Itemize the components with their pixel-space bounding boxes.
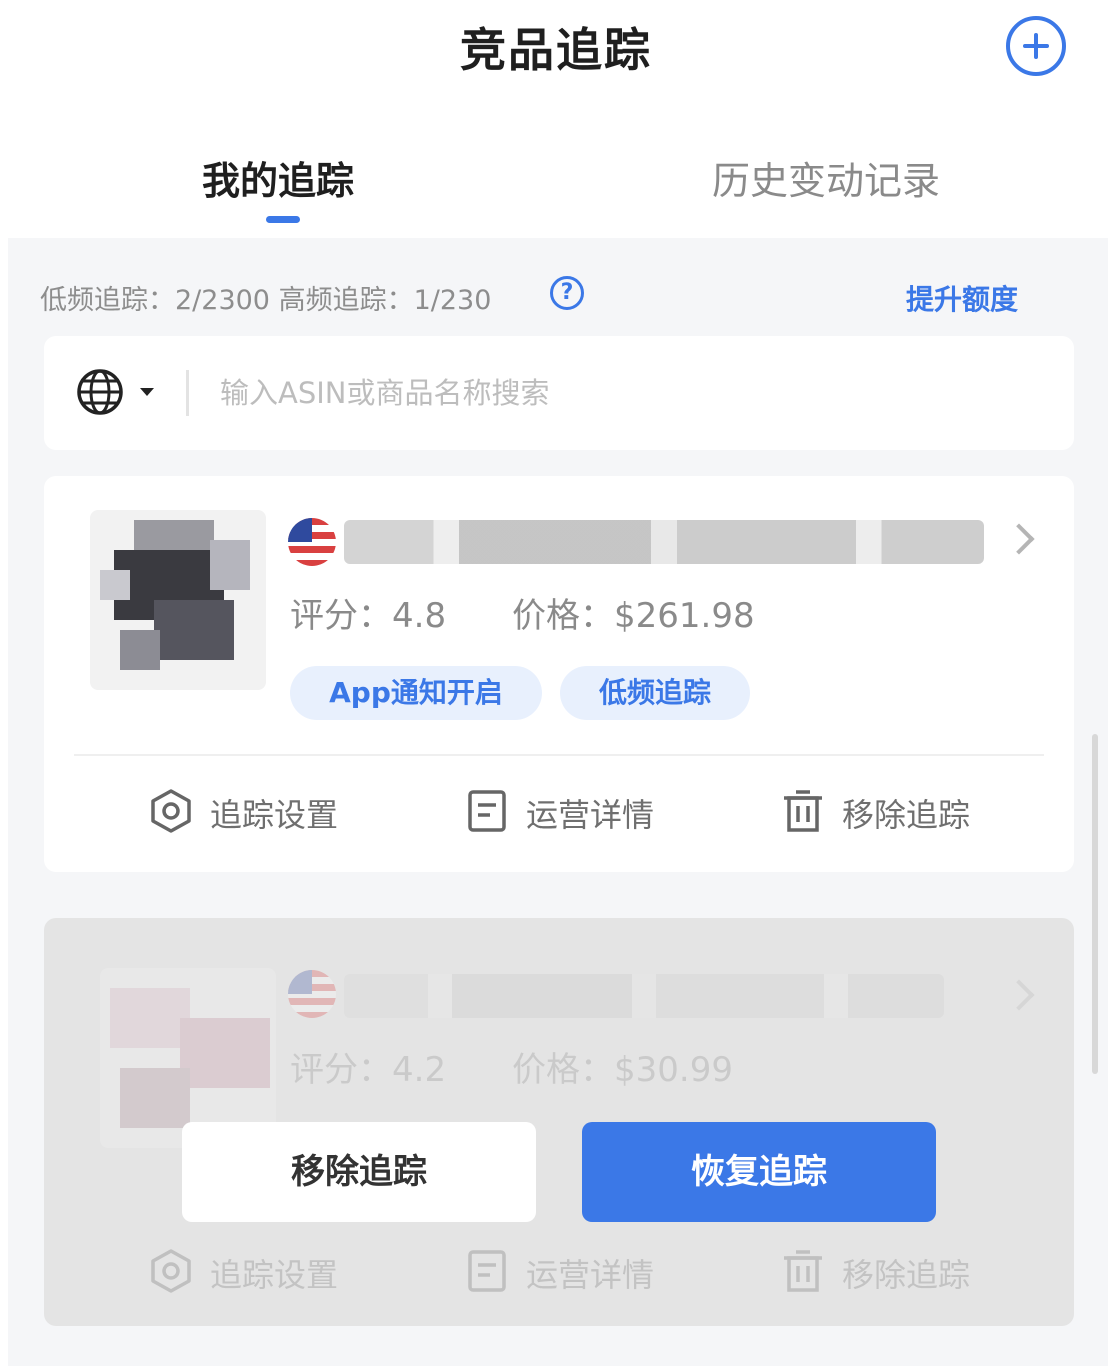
action-label: 运营详情 <box>526 1256 655 1294</box>
operation-details-button[interactable]: 运营详情 <box>464 776 694 846</box>
scrollbar[interactable] <box>1092 734 1098 1074</box>
search-bar <box>44 336 1074 450</box>
product-rating: 评分：4.8 <box>290 596 447 636</box>
top-bar: 竞品追踪 <box>0 0 1112 100</box>
product-title-blurred <box>344 520 984 564</box>
app-notify-badge: App通知开启 <box>290 666 542 720</box>
restore-tracking-button[interactable]: 恢复追踪 <box>582 1122 936 1222</box>
tracking-settings-button: 追踪设置 <box>148 1236 378 1306</box>
card-actions: 追踪设置 运营详情 移除追踪 <box>44 776 1074 846</box>
card-actions: 追踪设置 运营详情 移除追踪 <box>44 1236 1074 1306</box>
product-card[interactable]: 评分：4.8 价格：$261.98 App通知开启 低频追踪 追踪设置 运营详情 <box>44 476 1074 872</box>
question-circle-icon[interactable]: ? <box>550 276 584 310</box>
action-label: 追踪设置 <box>210 796 339 834</box>
search-divider <box>186 370 189 416</box>
product-rating: 评分：4.2 <box>290 1050 447 1090</box>
tab-change-history[interactable]: 历史变动记录 <box>712 150 940 205</box>
plus-circle-icon[interactable] <box>1006 16 1066 76</box>
action-label: 运营详情 <box>526 796 655 834</box>
product-title-blurred <box>344 974 944 1018</box>
quota-text: 低频追踪：2/2300 高频追踪：1/230 <box>40 285 492 316</box>
us-flag-icon <box>288 970 336 1018</box>
settings-hexagon-icon <box>151 1249 191 1293</box>
remove-tracking-button[interactable]: 移除追踪 <box>780 776 1010 846</box>
trash-icon <box>784 790 822 832</box>
product-price: 价格：$30.99 <box>512 1050 733 1090</box>
product-thumbnail <box>90 510 266 690</box>
action-label: 追踪设置 <box>210 1256 339 1294</box>
page-title: 竞品追踪 <box>460 23 652 77</box>
quota-summary: 低频追踪：2/2300 高频追踪：1/230 ? <box>40 276 1040 316</box>
product-price: 价格：$261.98 <box>512 596 755 636</box>
document-icon <box>468 790 506 832</box>
action-label: 移除追踪 <box>842 1256 971 1294</box>
us-flag-icon <box>288 518 336 566</box>
chevron-right-icon[interactable] <box>1003 523 1035 555</box>
chevron-right-icon <box>1003 979 1035 1011</box>
confirm-remove-button[interactable]: 移除追踪 <box>182 1122 536 1222</box>
trash-icon <box>784 1250 822 1292</box>
search-input[interactable] <box>220 366 1020 420</box>
tab-bar: 我的追踪 历史变动记录 <box>0 130 1112 238</box>
product-thumbnail <box>100 968 276 1148</box>
tab-my-tracking[interactable]: 我的追踪 <box>202 150 354 205</box>
upgrade-quota-link[interactable]: 提升额度 <box>906 278 1018 318</box>
action-label: 移除追踪 <box>842 796 971 834</box>
operation-details-button: 运营详情 <box>464 1236 694 1306</box>
tracking-settings-button[interactable]: 追踪设置 <box>148 776 378 846</box>
removed-product-card: 评分：4.2 价格：$30.99 追踪设置 运营详情 移除追踪 移除追踪 恢复追… <box>44 918 1074 1326</box>
document-icon <box>468 1250 506 1292</box>
card-divider <box>74 754 1044 756</box>
remove-tracking-button: 移除追踪 <box>780 1236 1010 1306</box>
settings-hexagon-icon <box>151 789 191 833</box>
active-tab-indicator <box>266 216 300 223</box>
chevron-down-icon[interactable] <box>140 388 154 396</box>
globe-icon[interactable] <box>76 368 124 416</box>
low-frequency-badge: 低频追踪 <box>560 666 750 720</box>
